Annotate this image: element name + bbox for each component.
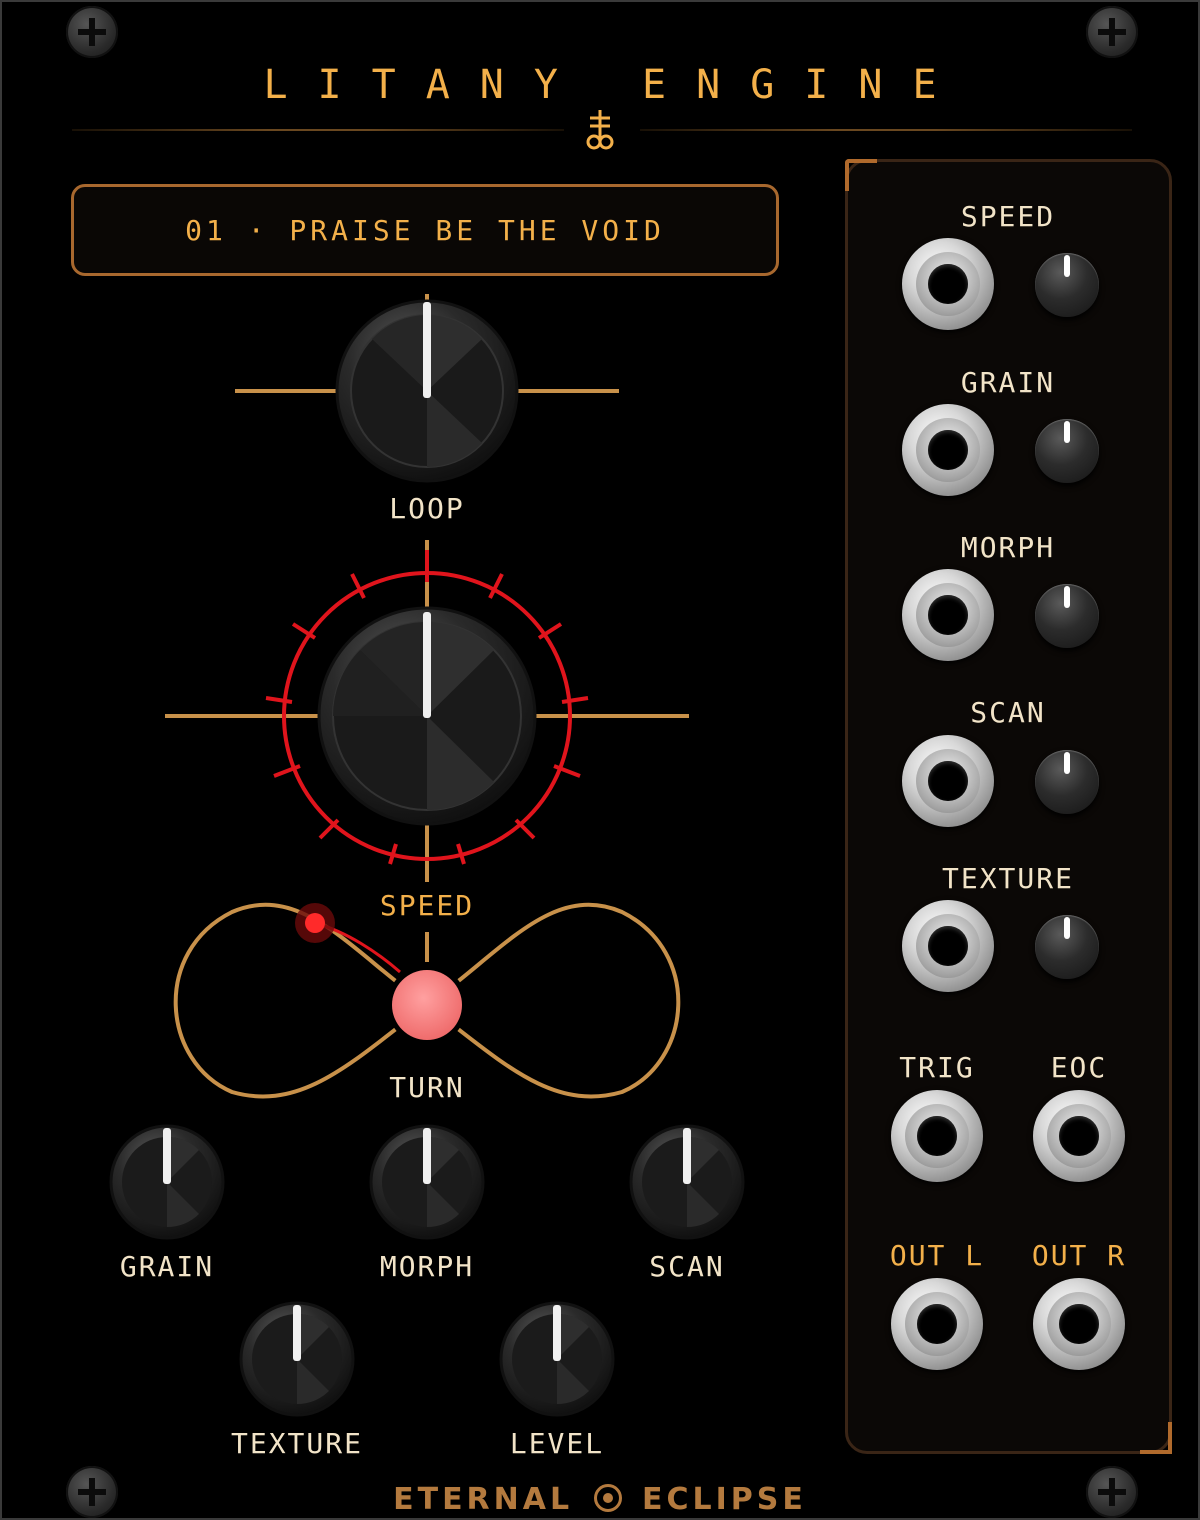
trig-jack[interactable] [891, 1090, 983, 1182]
level-label: LEVEL [509, 1427, 605, 1460]
grain-knob[interactable] [111, 1126, 223, 1238]
out-r-jack[interactable] [1033, 1278, 1125, 1370]
loop-label: LOOP [389, 492, 465, 525]
cv-scan-jack[interactable] [902, 735, 994, 827]
loop-knob[interactable] [337, 301, 517, 481]
eclipse-icon [593, 1483, 622, 1512]
eoc-label: EOC [1050, 1051, 1108, 1084]
cv-speed-jack[interactable] [902, 238, 994, 330]
cv-texture-label: TEXTURE [941, 862, 1074, 895]
brand-right: ECLIPSE [642, 1482, 807, 1517]
cv-scan-attenuator[interactable] [1035, 750, 1099, 814]
texture-label: TEXTURE [230, 1427, 363, 1460]
brand-left: ETERNAL [393, 1482, 574, 1517]
texture-knob[interactable] [241, 1303, 353, 1415]
scan-knob[interactable] [631, 1126, 743, 1238]
out-r-label: OUT R [1031, 1239, 1127, 1272]
cv-scan-label: SCAN [970, 696, 1046, 729]
speed-label: SPEED [379, 889, 475, 922]
cv-speed-attenuator[interactable] [1035, 253, 1099, 317]
corner-accent [1140, 1422, 1172, 1454]
cv-grain-attenuator[interactable] [1035, 419, 1099, 483]
cv-grain-jack[interactable] [902, 404, 994, 496]
speed-knob[interactable] [319, 608, 535, 824]
cv-texture-attenuator[interactable] [1035, 915, 1099, 979]
module-panel: LITANY ENGINE 01 · PRAISE BE THE VOID LO… [0, 0, 1200, 1520]
cv-grain-label: GRAIN [960, 366, 1056, 399]
scan-label: SCAN [649, 1250, 725, 1283]
cv-morph-jack[interactable] [902, 569, 994, 661]
level-knob[interactable] [501, 1303, 613, 1415]
out-l-jack[interactable] [891, 1278, 983, 1370]
morph-label: MORPH [379, 1250, 475, 1283]
cv-speed-label: SPEED [960, 200, 1056, 233]
turn-button[interactable] [392, 970, 462, 1040]
turn-label: TURN [389, 1071, 465, 1104]
brand-logo: ETERNAL ECLIPSE [2, 1482, 1198, 1517]
corner-accent [845, 159, 877, 191]
eoc-jack[interactable] [1033, 1090, 1125, 1182]
cv-morph-label: MORPH [960, 531, 1056, 564]
cv-morph-attenuator[interactable] [1035, 584, 1099, 648]
screw-top-right [1086, 6, 1138, 58]
cv-texture-jack[interactable] [902, 900, 994, 992]
morph-knob[interactable] [371, 1126, 483, 1238]
grain-label: GRAIN [119, 1250, 215, 1283]
